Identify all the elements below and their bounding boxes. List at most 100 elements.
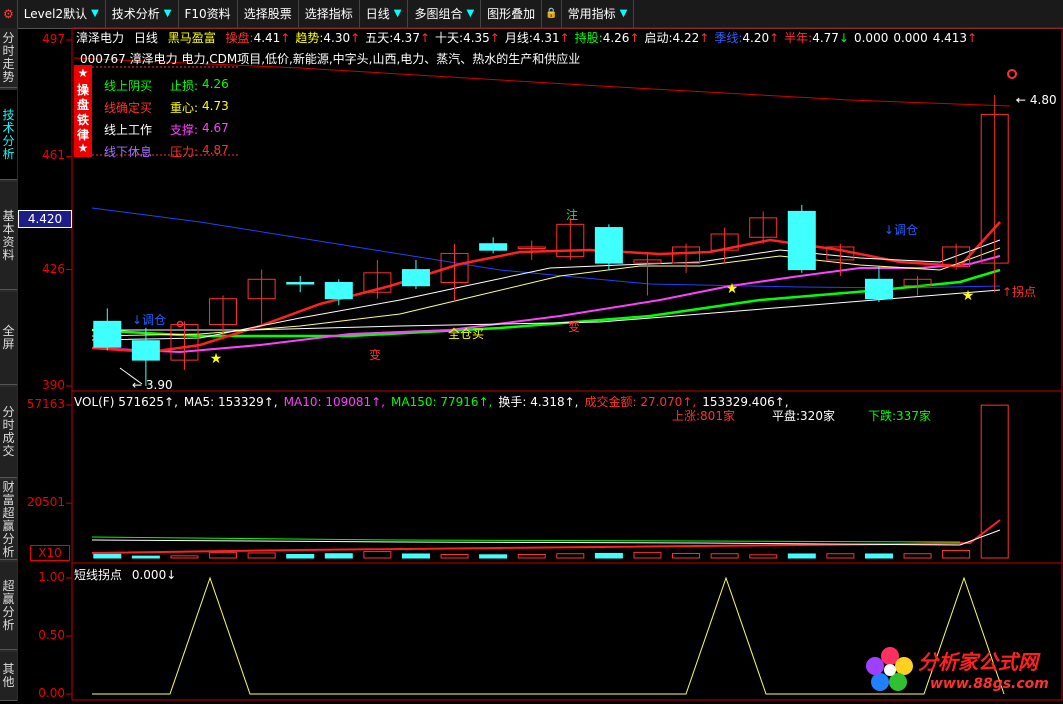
volume-bar xyxy=(864,553,893,559)
volume-bar xyxy=(903,553,932,559)
annotation-text: 全仓买 xyxy=(448,327,485,341)
header-field-5: 持股:4.26↑ xyxy=(575,31,640,45)
legend-row-right-value: 4.26 xyxy=(202,77,229,91)
annotation-guai-dian: ↑拐点 xyxy=(1002,283,1036,300)
price-axis-label: 426 xyxy=(42,261,65,276)
candle-body xyxy=(479,243,508,251)
annotation-text: 变 xyxy=(568,320,581,334)
volume-bar xyxy=(826,553,855,559)
legend-row-left: 线下休息 xyxy=(104,145,153,159)
ring-marker-icon xyxy=(176,320,184,328)
support-ma-line xyxy=(91,255,1001,354)
header-field-0: 操盘:4.41↑ xyxy=(226,31,291,45)
volume-bar xyxy=(324,553,353,559)
indicator-name: 黑马盈富 xyxy=(167,31,216,45)
hold-ma-line xyxy=(91,268,1001,338)
volume-field: MA150: 77916↑, xyxy=(391,395,493,409)
annotation-zhu: 注 xyxy=(566,206,578,223)
market-count: 平盘:320家 xyxy=(772,409,835,423)
market-count: 上涨:801家 xyxy=(672,409,735,423)
field-value: 4.41 xyxy=(253,31,281,45)
volume-axis-label: 20501 xyxy=(26,495,65,510)
period-label: 日线 xyxy=(133,31,158,45)
volume-bar xyxy=(594,552,623,559)
annotation-text: ↑拐点 xyxy=(1002,285,1037,299)
short-point-axis-label: 0.00 xyxy=(38,686,65,700)
volume-bar xyxy=(710,553,739,559)
annotation-tiao-cang-2: ↓调仓 xyxy=(884,221,918,238)
volume-axis-label: 57163 xyxy=(26,397,65,411)
price-axis-label: 497 xyxy=(42,32,65,46)
volume-bar xyxy=(131,555,160,559)
legend-row-right-label: 支撑: xyxy=(170,123,199,137)
volume-bar xyxy=(209,552,238,559)
annotation-text: ↓调仓 xyxy=(884,223,919,237)
volume-unit-label: X10 xyxy=(30,545,70,561)
short-point-header: 短线拐点 0.000↓ xyxy=(74,566,182,583)
annotation-text: ↓调仓 xyxy=(132,313,167,327)
volume-field: 换手: 4.318↑, xyxy=(498,395,579,409)
market-count: 下跌:337家 xyxy=(868,409,931,423)
legend-row-left: 线上阴买 xyxy=(104,79,153,93)
field-arrow: ↑ xyxy=(350,31,361,45)
field-value: 4.26 xyxy=(602,31,630,45)
star-icon: ★ xyxy=(726,281,739,297)
candle-body xyxy=(93,320,122,348)
legend-row-right-label: 止损: xyxy=(170,79,199,93)
annotation-text: 变 xyxy=(369,348,382,362)
annotation-high-mark: ← 4.80 xyxy=(1016,93,1057,107)
volume-bar xyxy=(479,554,508,559)
field-value: 4.35 xyxy=(463,31,490,45)
header-field-3: 十天:4.35↑ xyxy=(435,31,500,45)
volume-field: VOL(F) 571625↑, xyxy=(74,395,178,409)
volume-bar xyxy=(363,551,392,559)
header-field-8: 半年:4.77↓ xyxy=(784,31,849,45)
header-field-2: 五天:4.37↑ xyxy=(365,31,430,45)
current-price-box: 4.420 xyxy=(18,209,72,228)
volume-ma10-line xyxy=(91,529,1001,546)
legend-row-right-label: 重心: xyxy=(170,101,199,115)
header-field-7: 季线:4.20↑ xyxy=(714,31,779,45)
field-label: 趋势: xyxy=(295,31,324,45)
header-field-11: 4.413↑ xyxy=(933,31,977,45)
volume-bar xyxy=(440,554,469,559)
field-arrow: ↑ xyxy=(419,31,431,45)
legend-side-char: ★ xyxy=(77,141,89,155)
candle-body xyxy=(594,227,623,264)
field-arrow: ↑ xyxy=(967,31,978,45)
legend-row-right-label: 压力: xyxy=(170,145,199,159)
field-arrow: ↑ xyxy=(629,31,640,45)
header-field-10: 0.000 xyxy=(893,31,927,45)
arrow-icon: ← xyxy=(132,378,146,392)
legend-row-right-value: 4.87 xyxy=(202,143,229,157)
flower-logo-icon xyxy=(866,647,913,691)
legend-row-left: 线确定买 xyxy=(104,101,153,115)
field-value: 4.413 xyxy=(932,31,968,45)
price-axis-label: 390 xyxy=(42,378,65,392)
field-label: 十天: xyxy=(435,31,464,45)
field-value: 0.000 xyxy=(853,31,889,45)
field-label: 操盘: xyxy=(225,31,254,45)
candle-body xyxy=(787,210,816,271)
header-field-6: 启动:4.22↑ xyxy=(645,31,710,45)
volume-bar xyxy=(247,552,276,559)
field-value: 4.30 xyxy=(323,31,351,45)
candle-body xyxy=(131,340,160,361)
candle-body xyxy=(324,282,353,300)
field-value: 4.22 xyxy=(672,31,700,45)
season-ma-line xyxy=(91,207,1001,289)
annotation-bian-2: 变 xyxy=(568,318,580,335)
volume-bar xyxy=(749,554,778,559)
legend-row-right-value: 4.73 xyxy=(202,99,229,113)
field-label: 季线: xyxy=(714,31,743,45)
volume-bar xyxy=(170,555,199,559)
volume-bar xyxy=(401,553,430,559)
short-point-label: 短线拐点 xyxy=(74,568,123,582)
field-value: 0.000 xyxy=(893,31,928,45)
volume-bar xyxy=(93,553,122,559)
field-arrow: ↓ xyxy=(838,31,849,45)
candle-body xyxy=(864,278,893,300)
volume-bar xyxy=(556,553,585,559)
header-field-1: 趋势:4.30↑ xyxy=(295,31,360,45)
volume-bar xyxy=(672,552,701,559)
